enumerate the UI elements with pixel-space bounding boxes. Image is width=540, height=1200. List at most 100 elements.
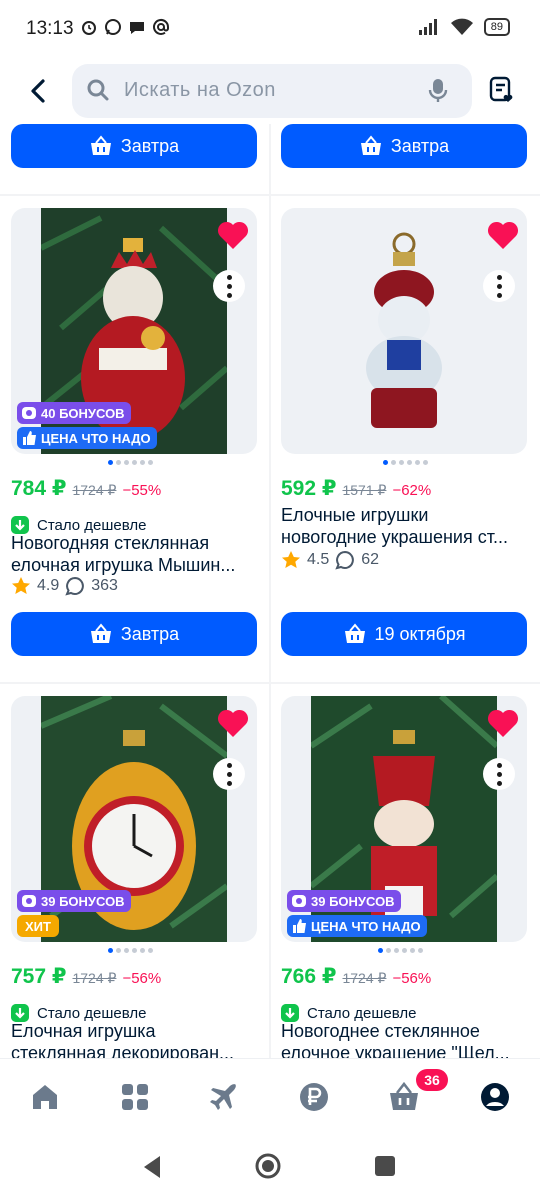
product-image-area[interactable]: 39 БОНУСОВ ЦЕНА ЧТО НАДО [281,696,527,942]
delivery-button-top-left[interactable]: Завтра [11,124,257,168]
discount-percent: −62% [392,482,432,499]
delivery-button[interactable]: Завтра [11,612,257,656]
product-title[interactable]: Елочная игрушка стеклянная декорирован..… [11,1020,257,1058]
price-row: 757 ₽ 1724 ₽ −56% [11,964,161,989]
system-back-icon[interactable] [140,1154,164,1180]
image-pager-dots [108,460,153,465]
microphone-icon[interactable] [428,78,448,104]
favorite-heart-icon[interactable] [217,708,249,738]
favorites-list-icon[interactable] [488,76,516,104]
more-options-button[interactable] [483,270,515,302]
notification-icons [80,18,170,36]
current-price: 784 ₽ [11,477,67,500]
more-options-button[interactable] [483,758,515,790]
bonus-icon [292,895,306,907]
system-navigation-bar [0,1138,540,1200]
price-drop-text: Стало дешевле [307,1004,417,1022]
product-image-area[interactable] [281,208,527,454]
home-icon[interactable] [29,1081,61,1113]
discount-percent: −56% [122,970,162,987]
delivery-button[interactable]: 19 октября [281,612,527,656]
current-price: 757 ₽ [11,965,67,988]
old-price: 1571 ₽ [342,482,387,498]
bonus-badge-text: 39 БОНУСОВ [41,893,125,909]
price-row: 784 ₽ 1724 ₽ −55% [11,476,161,501]
product-title-line: стеклянная декорирован... [11,1043,235,1058]
star-icon [282,551,300,568]
bonus-icon [22,407,36,419]
travel-plane-icon[interactable] [208,1081,240,1113]
at-icon [153,18,170,35]
battery-indicator: 89 [483,18,510,36]
rating-row: 4.9 363 [11,576,118,596]
system-status-icons: 89 [418,18,510,36]
wifi-icon [450,18,473,35]
more-options-button[interactable] [213,758,245,790]
chat-icon [130,22,144,34]
alarm-icon [82,21,96,35]
signal-icon [418,19,437,35]
cart-count-badge: 36 [416,1069,448,1091]
button-label: Завтра [120,135,180,156]
column-divider [269,124,271,1058]
bottom-navigation: 36 [0,1058,540,1138]
old-price: 1724 ₽ [72,970,117,986]
price-drop-text: Стало дешевле [37,516,147,534]
finance-ruble-icon[interactable] [298,1081,330,1113]
rating-row: 4.5 62 [281,550,379,570]
image-pager-dots [108,948,153,953]
product-title-line: Новогоднее стеклянное [281,1021,480,1041]
bonus-badge: 39 БОНУСОВ [17,890,131,912]
product-image-area[interactable]: 39 БОНУСОВ ХИТ [11,696,257,942]
reviews-count: 363 [91,577,118,594]
old-price: 1724 ₽ [342,970,387,986]
current-price: 592 ₽ [281,477,337,500]
favorite-heart-icon[interactable] [487,708,519,738]
bonus-badge: 40 БОНУСОВ [17,402,131,424]
product-image-area[interactable]: 40 БОНУСОВ ЦЕНА ЧТО НАДО [11,208,257,454]
product-title-line: Елочные игрушки [281,505,429,525]
bonus-badge-text: 39 БОНУСОВ [311,893,395,909]
basket-icon [344,623,365,643]
price-badge: ЦЕНА ЧТО НАДО [287,915,427,937]
product-title[interactable]: Новогоднее стеклянное елочное украшение … [281,1020,527,1058]
status-bar: 13:13 89 [0,0,540,58]
system-home-icon[interactable] [254,1152,282,1180]
reviews-count: 62 [361,551,380,568]
delivery-button-top-right[interactable]: Завтра [281,124,527,168]
price-badge: ЦЕНА ЧТО НАДО [17,427,157,449]
product-title-line: елочное украшение "Щел... [281,1043,510,1058]
discount-percent: −55% [122,482,162,499]
status-time: 13:13 [26,18,74,39]
back-arrow-icon[interactable] [24,76,54,106]
price-drop-text: Стало дешевле [37,1004,147,1022]
product-title-line: Новогодняя стеклянная [11,533,210,553]
catalog-icon[interactable] [119,1081,151,1113]
profile-icon[interactable] [479,1081,511,1113]
old-price: 1724 ₽ [72,482,117,498]
price-badge-text: ЦЕНА ЧТО НАДО [41,430,151,446]
discount-percent: −56% [392,970,432,987]
button-label: Завтра [120,623,180,644]
more-options-button[interactable] [213,270,245,302]
current-price: 766 ₽ [281,965,337,988]
favorite-heart-icon[interactable] [487,220,519,250]
bonus-badge-text: 40 БОНУСОВ [41,405,125,421]
comment-icon [335,550,355,570]
button-label: Завтра [390,135,450,156]
hit-badge: ХИТ [17,915,59,937]
star-icon [12,577,30,594]
system-recents-icon[interactable] [374,1155,396,1177]
favorite-heart-icon[interactable] [217,220,249,250]
image-pager-dots [383,460,428,465]
product-title[interactable]: Новогодняя стеклянная елочная игрушка Мы… [11,532,257,576]
product-title-line: Елочная игрушка [11,1021,156,1041]
price-row: 592 ₽ 1571 ₽ −62% [281,476,431,501]
comment-icon [65,576,85,596]
button-label: 19 октября [374,623,466,644]
cart-icon[interactable] [388,1081,420,1113]
product-title[interactable]: Елочные игрушки новогодние украшения ст.… [281,504,527,548]
product-photo [311,208,497,454]
search-field[interactable]: Искать на Ozon [72,64,472,118]
rating-value: 4.5 [307,551,330,568]
